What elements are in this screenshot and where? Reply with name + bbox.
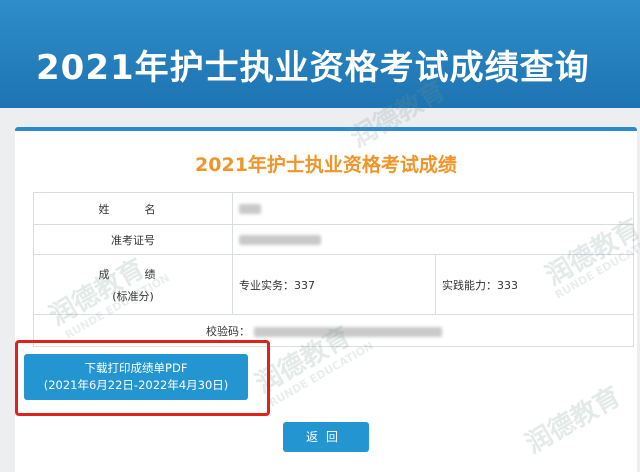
redacted-name [239, 204, 261, 214]
page-banner: 2021年护士执业资格考试成绩查询 [0, 0, 640, 108]
back-button[interactable]: 返回 [283, 422, 369, 452]
check-code-label: 校验码： [206, 324, 250, 338]
page-title: 2021年护士执业资格考试成绩查询 [36, 48, 590, 88]
result-title: 2021年护士执业资格考试成绩 [195, 154, 457, 176]
name-value [232, 192, 634, 225]
table-row: 姓 名 [33, 192, 634, 225]
name-label: 姓 名 [33, 192, 233, 225]
table-row: 准考证号 [33, 224, 634, 255]
highlight-box [15, 340, 270, 416]
redacted-exam-id [239, 235, 321, 245]
professional-practice-score: 专业实务：337 [232, 254, 436, 315]
